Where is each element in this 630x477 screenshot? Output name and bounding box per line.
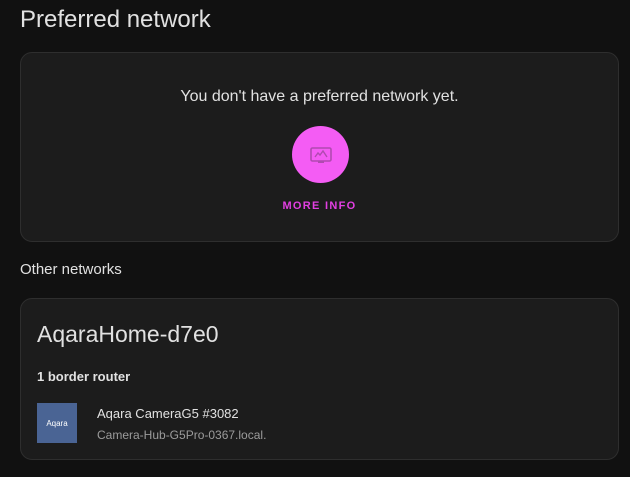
- network-icon: [309, 146, 332, 163]
- network-icon-circle: [292, 126, 349, 183]
- logo-text: Aqara: [46, 418, 68, 428]
- preferred-network-title: Preferred network: [20, 6, 211, 33]
- more-info-button[interactable]: MORE INFO: [21, 200, 618, 212]
- other-networks-title: Other networks: [20, 261, 122, 278]
- other-network-card: AqaraHome-d7e0 1 border router Aqara Aqa…: [20, 298, 619, 460]
- no-preferred-network-message: You don't have a preferred network yet.: [180, 88, 459, 105]
- aqara-logo: Aqara: [37, 403, 77, 443]
- page: Preferred network You don't have a prefe…: [0, 0, 630, 477]
- border-router-item[interactable]: Aqara Aqara CameraG5 #3082 Camera-Hub-G5…: [37, 403, 597, 445]
- device-hostname: Camera-Hub-G5Pro-0367.local.: [97, 428, 267, 442]
- network-name: AqaraHome-d7e0: [37, 321, 219, 347]
- device-name: Aqara CameraG5 #3082: [97, 406, 239, 421]
- border-router-count: 1 border router: [37, 369, 131, 384]
- preferred-network-card: You don't have a preferred network yet. …: [20, 52, 619, 242]
